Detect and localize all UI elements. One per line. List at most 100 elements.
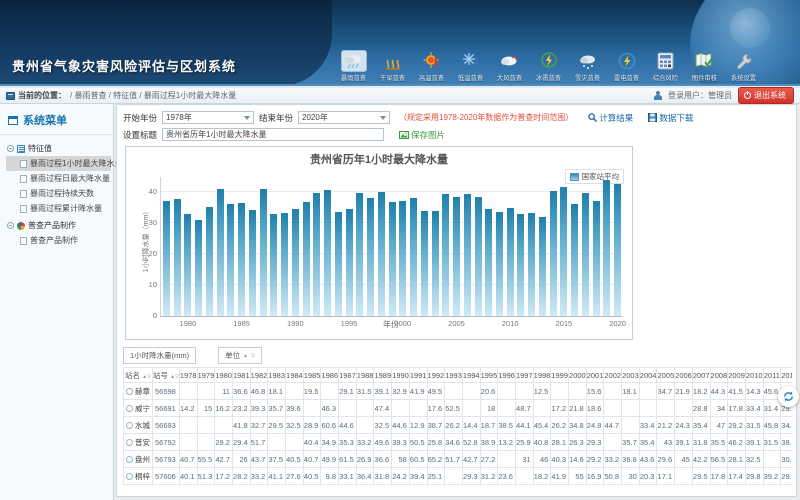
col-header-year[interactable]: 1980 <box>215 368 233 383</box>
sort-desc-icon[interactable]: ▽ <box>175 374 179 380</box>
nav-item-2[interactable]: 干旱普查 <box>373 50 412 86</box>
col-header-year[interactable]: 1987 <box>339 368 357 383</box>
nav-item-9[interactable]: 综合风险 <box>646 50 685 86</box>
tree-item[interactable]: 暴雨过程持续天数 <box>6 186 111 201</box>
unit-selector[interactable]: 单位 ▲ ▽ <box>218 347 262 364</box>
value-cell: 29.5 <box>268 417 286 434</box>
col-header-year[interactable]: 2006 <box>675 368 693 383</box>
value-cell: 61.5 <box>339 451 357 468</box>
col-header-year[interactable]: 1983 <box>268 368 286 383</box>
col-header-year[interactable]: 1995 <box>480 368 498 383</box>
col-header-year[interactable]: 2007 <box>692 368 710 383</box>
sort-desc-icon[interactable]: ▽ <box>147 374 151 380</box>
col-header-year[interactable]: 1996 <box>498 368 516 383</box>
col-header-year[interactable]: 1986 <box>321 368 339 383</box>
col-header-year[interactable]: 2004 <box>639 368 657 383</box>
col-header-year[interactable]: 1992 <box>427 368 445 383</box>
nav-label: 综合风险 <box>648 74 683 83</box>
value-cell <box>569 383 587 400</box>
nav-item-5[interactable]: 大风普查 <box>490 50 529 86</box>
data-download-link[interactable]: 数据下载 <box>648 112 693 124</box>
nav-item-11[interactable]: 系统设置 <box>724 50 763 86</box>
col-header-year[interactable]: 2008 <box>710 368 728 383</box>
col-header-year[interactable]: 2012 <box>781 368 792 383</box>
col-header-year[interactable]: 1985 <box>303 368 321 383</box>
collapse-icon[interactable] <box>7 222 14 229</box>
row-expander-icon[interactable] <box>126 473 133 480</box>
sort-desc-icon[interactable]: ▽ <box>251 353 255 359</box>
value-cell: 29.3 <box>586 434 604 451</box>
value-cell: 34.8 <box>569 417 587 434</box>
col-header-year[interactable]: 1998 <box>533 368 551 383</box>
value-cell: 40.4 <box>303 434 321 451</box>
save-disk-icon <box>648 113 657 122</box>
col-header-year[interactable]: 1999 <box>551 368 569 383</box>
tree-item[interactable]: 暴雨过程1小时最大降水量 <box>6 156 111 171</box>
row-expander-icon[interactable] <box>126 422 133 429</box>
col-header-year[interactable]: 2002 <box>604 368 622 383</box>
sort-asc-icon[interactable]: ▲ <box>243 353 248 359</box>
station-table-wrap[interactable]: 站名 ▲▽站号 ▲▽197819791980198119821983198419… <box>123 367 792 485</box>
col-header-year[interactable]: 1990 <box>392 368 410 383</box>
col-header-year[interactable]: 1994 <box>462 368 480 383</box>
value-cell <box>321 383 339 400</box>
row-expander-icon[interactable] <box>126 456 133 463</box>
value-cell: 34.6 <box>445 434 463 451</box>
col-header-year[interactable]: 2003 <box>622 368 640 383</box>
save-image-link[interactable]: 保存图片 <box>399 129 445 141</box>
bar <box>475 197 482 316</box>
col-header-year[interactable]: 2009 <box>728 368 746 383</box>
nav-item-6[interactable]: 冰雹普查 <box>529 50 568 86</box>
col-header-year[interactable]: 1979 <box>197 368 215 383</box>
nav-item-8[interactable]: 雷电普查 <box>607 50 646 86</box>
col-header-year[interactable]: 1978 <box>179 368 197 383</box>
value-cell: 18.6 <box>586 400 604 417</box>
calc-result-link[interactable]: 计算结果 <box>588 112 633 124</box>
col-header-year[interactable]: 1997 <box>515 368 533 383</box>
value-cell <box>533 400 551 417</box>
tree-group-1[interactable]: 特征值 <box>6 141 111 156</box>
nav-item-7[interactable]: 雪灾普查 <box>568 50 607 86</box>
col-header-year[interactable]: 2001 <box>586 368 604 383</box>
row-expander-icon[interactable] <box>126 388 133 395</box>
end-year-select[interactable]: 2020年 <box>298 111 390 124</box>
row-expander-icon[interactable] <box>126 405 133 412</box>
col-header-year[interactable]: 1982 <box>250 368 268 383</box>
measure-selector[interactable]: 1小时降水量(mm) <box>123 347 196 364</box>
value-cell: 39.6 <box>286 400 304 417</box>
breadcrumb-path: / 暴雨普查 / 特征值 / 暴雨过程1小时最大降水量 <box>70 90 236 101</box>
bar <box>292 209 299 316</box>
tree-item[interactable]: 普查产品制作 <box>6 233 111 248</box>
col-header-year[interactable]: 1991 <box>409 368 427 383</box>
col-header-year[interactable]: 1981 <box>232 368 250 383</box>
lowtemp-icon <box>458 50 484 72</box>
value-cell <box>303 400 321 417</box>
logout-button[interactable]: 退出系统 <box>738 87 794 104</box>
value-cell: 29.8 <box>745 468 763 485</box>
refresh-button[interactable] <box>778 386 799 407</box>
col-header-year[interactable]: 1993 <box>445 368 463 383</box>
nav-item-4[interactable]: 低温普查 <box>451 50 490 86</box>
tree-item[interactable]: 暴雨过程累计降水量 <box>6 201 111 216</box>
collapse-icon[interactable] <box>7 145 14 152</box>
col-header-year[interactable]: 1984 <box>286 368 304 383</box>
chart-title-input[interactable] <box>162 128 384 141</box>
bar <box>270 214 277 316</box>
nav-item-10[interactable]: 图件审核 <box>685 50 724 86</box>
col-header-station-id[interactable]: 站号 ▲▽ <box>153 368 180 383</box>
col-header-year[interactable]: 1989 <box>374 368 392 383</box>
nav-item-1[interactable]: 暴雨普查 <box>334 50 373 86</box>
tree-item[interactable]: 暴雨过程日最大降水量 <box>6 171 111 186</box>
tree-group-2[interactable]: 普查产品制作 <box>6 218 111 233</box>
col-header-year[interactable]: 2000 <box>569 368 587 383</box>
col-header-year[interactable]: 2005 <box>657 368 675 383</box>
col-header-station[interactable]: 站名 ▲▽ <box>124 368 153 383</box>
value-cell <box>622 417 640 434</box>
col-header-year[interactable]: 1988 <box>356 368 374 383</box>
nav-item-3[interactable]: 高温普查 <box>412 50 451 86</box>
col-header-year[interactable]: 2010 <box>745 368 763 383</box>
col-header-year[interactable]: 2011 <box>763 368 781 383</box>
row-expander-icon[interactable] <box>126 439 133 446</box>
value-cell <box>639 383 657 400</box>
start-year-select[interactable]: 1978年 <box>162 111 254 124</box>
